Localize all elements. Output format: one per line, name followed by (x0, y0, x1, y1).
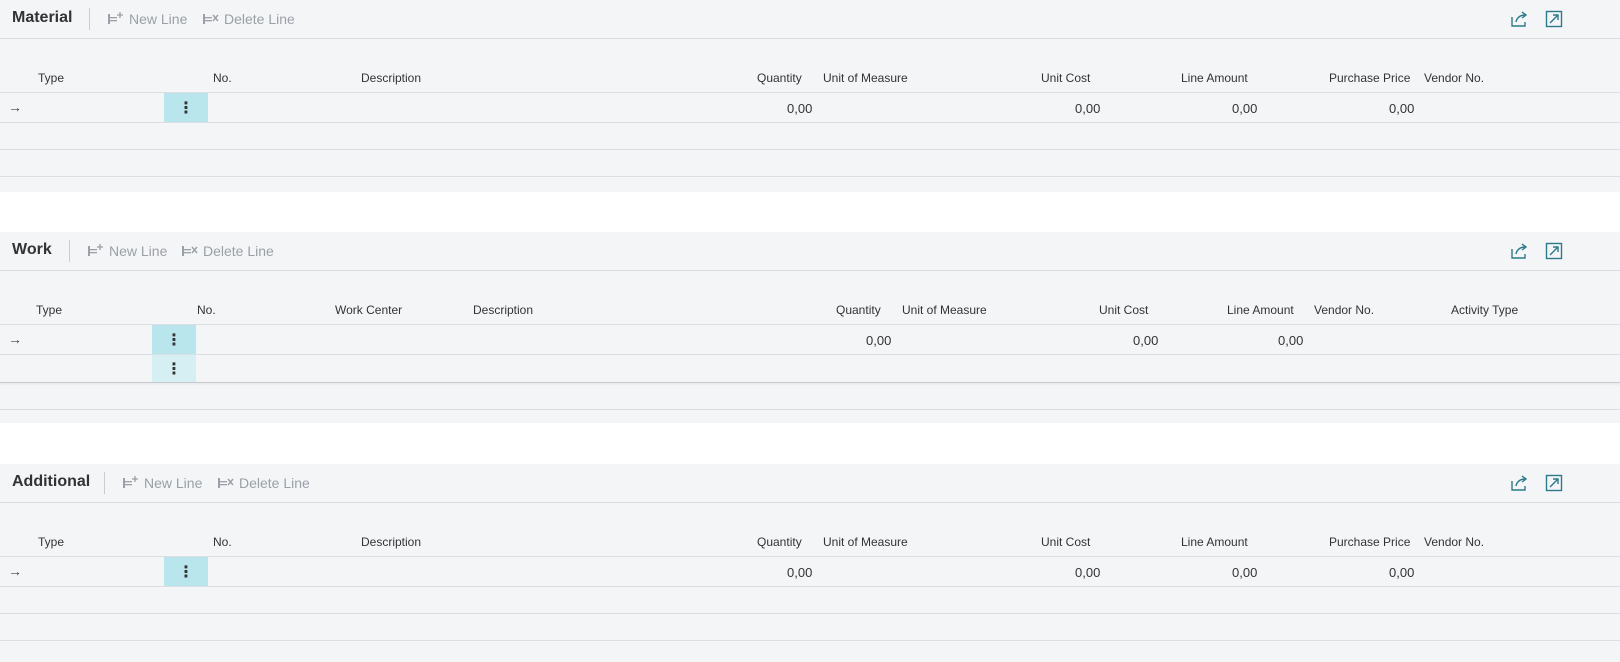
row-divider (0, 382, 1620, 383)
cell-quantity[interactable]: 0,00 (866, 333, 891, 348)
col-type[interactable]: Type (38, 535, 64, 549)
material-title: Material (12, 9, 73, 26)
row-divider (0, 92, 1620, 93)
new-line-label: New Line (129, 11, 188, 27)
cell-line-amount[interactable]: 0,00 (1232, 565, 1257, 580)
cell-unit-cost[interactable]: 0,00 (1133, 333, 1158, 348)
cell-unit-cost[interactable]: 0,00 (1075, 101, 1100, 116)
row-divider (0, 409, 1620, 410)
col-line-amount[interactable]: Line Amount (1227, 303, 1294, 317)
new-line-label: New Line (109, 243, 168, 259)
work-part: Work New Line Delete Line Type No. Work … (0, 232, 1620, 423)
share-icon[interactable] (1510, 10, 1528, 28)
col-unit-cost[interactable]: Unit Cost (1099, 303, 1148, 317)
row-divider (0, 324, 1620, 325)
col-quantity[interactable]: Quantity (757, 71, 802, 85)
col-description[interactable]: Description (473, 303, 533, 317)
new-line-icon (108, 12, 123, 24)
cell-quantity[interactable]: 0,00 (787, 101, 812, 116)
col-unit-cost[interactable]: Unit Cost (1041, 535, 1090, 549)
additional-title: Additional (12, 473, 91, 490)
current-row-arrow-icon: → (8, 331, 22, 347)
delete-line-icon (218, 478, 234, 488)
row-divider (0, 613, 1620, 614)
work-title: Work (12, 241, 52, 258)
expand-icon[interactable] (1545, 242, 1563, 260)
share-icon[interactable] (1510, 474, 1528, 492)
col-unit-of-measure[interactable]: Unit of Measure (902, 303, 987, 317)
col-unit-of-measure[interactable]: Unit of Measure (823, 535, 908, 549)
cell-purchase-price[interactable]: 0,00 (1389, 565, 1414, 580)
material-delete-line-button[interactable]: Delete Line (203, 11, 295, 27)
work-header: Work New Line Delete Line (0, 232, 1620, 271)
dots-icon: ⋮ (178, 564, 194, 581)
col-purchase-price[interactable]: Purchase Price (1329, 535, 1410, 549)
delete-line-label: Delete Line (239, 475, 310, 491)
additional-new-line-button[interactable]: New Line (123, 475, 202, 491)
row-actions-button[interactable]: ⋮ (164, 93, 208, 123)
dots-icon: ⋮ (178, 100, 194, 117)
material-new-line-button[interactable]: New Line (108, 11, 187, 27)
col-no[interactable]: No. (197, 303, 216, 317)
row-actions-button[interactable]: ⋮ (164, 557, 208, 587)
material-header: Material New Line Delete Line (0, 0, 1620, 39)
col-type[interactable]: Type (38, 71, 64, 85)
cell-line-amount[interactable]: 0,00 (1232, 101, 1257, 116)
col-quantity[interactable]: Quantity (836, 303, 881, 317)
row-divider (0, 556, 1620, 557)
new-line-label: New Line (144, 475, 203, 491)
col-unit-cost[interactable]: Unit Cost (1041, 71, 1090, 85)
header-separator (89, 8, 90, 30)
work-new-line-button[interactable]: New Line (88, 243, 167, 259)
row-divider (0, 122, 1620, 123)
additional-part: Additional New Line Delete Line Type No.… (0, 464, 1620, 662)
dots-icon: ⋮ (166, 360, 182, 378)
new-line-icon (88, 244, 103, 256)
delete-line-label: Delete Line (203, 243, 274, 259)
new-line-icon (123, 476, 138, 488)
col-purchase-price[interactable]: Purchase Price (1329, 71, 1410, 85)
cell-line-amount[interactable]: 0,00 (1278, 333, 1303, 348)
row-divider (0, 354, 1620, 355)
row-divider (0, 640, 1620, 641)
delete-line-label: Delete Line (224, 11, 295, 27)
row-divider (0, 149, 1620, 150)
col-unit-of-measure[interactable]: Unit of Measure (823, 71, 908, 85)
current-row-arrow-icon: → (8, 563, 22, 579)
col-line-amount[interactable]: Line Amount (1181, 535, 1248, 549)
delete-line-icon (182, 246, 198, 256)
col-activity-type[interactable]: Activity Type (1451, 303, 1518, 317)
col-no[interactable]: No. (213, 71, 232, 85)
additional-header: Additional New Line Delete Line (0, 464, 1620, 503)
material-part: Material New Line Delete Line Type No. D… (0, 0, 1620, 192)
delete-line-icon (203, 14, 219, 24)
current-row-arrow-icon: → (8, 99, 22, 115)
col-vendor-no[interactable]: Vendor No. (1314, 303, 1374, 317)
header-separator (104, 472, 105, 494)
dots-icon: ⋮ (166, 332, 182, 349)
col-quantity[interactable]: Quantity (757, 535, 802, 549)
share-icon[interactable] (1510, 242, 1528, 260)
cell-purchase-price[interactable]: 0,00 (1389, 101, 1414, 116)
col-work-center[interactable]: Work Center (335, 303, 402, 317)
expand-icon[interactable] (1545, 474, 1563, 492)
row-divider (0, 176, 1620, 177)
col-vendor-no[interactable]: Vendor No. (1424, 71, 1484, 85)
additional-delete-line-button[interactable]: Delete Line (218, 475, 310, 491)
header-separator (69, 240, 70, 262)
expand-icon[interactable] (1545, 10, 1563, 28)
row-divider (0, 586, 1620, 587)
row-actions-button[interactable]: ⋮ (152, 325, 196, 355)
cell-unit-cost[interactable]: 0,00 (1075, 565, 1100, 580)
col-description[interactable]: Description (361, 535, 421, 549)
work-delete-line-button[interactable]: Delete Line (182, 243, 274, 259)
col-no[interactable]: No. (213, 535, 232, 549)
row-actions-button[interactable]: ⋮ (152, 355, 196, 382)
col-line-amount[interactable]: Line Amount (1181, 71, 1248, 85)
col-description[interactable]: Description (361, 71, 421, 85)
col-vendor-no[interactable]: Vendor No. (1424, 535, 1484, 549)
col-type[interactable]: Type (36, 303, 62, 317)
cell-quantity[interactable]: 0,00 (787, 565, 812, 580)
